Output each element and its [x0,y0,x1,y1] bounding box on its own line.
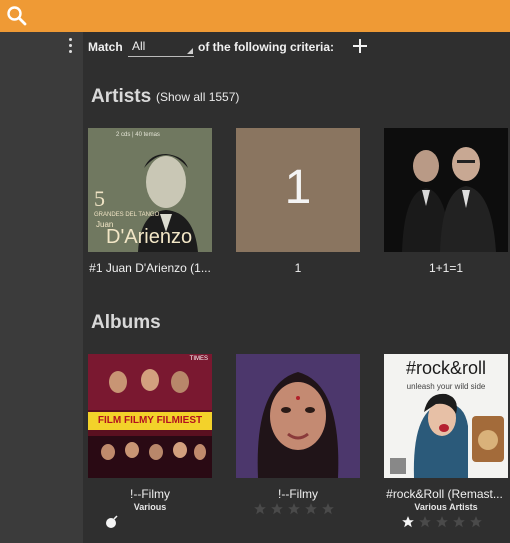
more-options-icon[interactable] [66,38,74,56]
star-icon[interactable] [452,515,466,529]
star-icon[interactable] [401,515,415,529]
art-text-mid: GRANDES DEL TANGO [94,212,160,218]
art-name-large: D'Arienzo [106,226,193,248]
criteria-label: of the following criteria: [198,40,335,54]
album-title[interactable]: #rock&Roll (Remast... [379,487,510,501]
album-cover[interactable]: FILM FILMY FILMIEST TIMES [88,354,212,478]
album-title[interactable]: !--Filmy [88,487,212,501]
add-criteria-button[interactable] [352,38,368,54]
album-title[interactable]: !--Filmy [236,487,360,501]
album-rating[interactable] [253,502,335,516]
sidebar [0,32,83,543]
album-cover[interactable]: #rock&roll unleash your wild side [384,354,508,478]
top-app-bar [0,0,510,32]
star-icon[interactable] [435,515,449,529]
star-icon[interactable] [287,502,301,516]
album-art-tagline: unleash your wild side [406,382,486,391]
artist-name[interactable]: #1 Juan D'Arienzo (1... [84,261,216,275]
placeholder-number: 1 [284,161,312,214]
show-all-artists-link[interactable]: (Show all 1557) [156,90,239,104]
match-label: Match [88,40,123,54]
artist-thumbnail[interactable]: 2 cds | 40 temas 5 GRANDES DEL TANGO Jua… [88,128,212,252]
album-cover[interactable] [236,354,360,478]
artist-name[interactable]: 1 [236,261,360,275]
star-icon[interactable] [469,515,483,529]
artist-thumbnail[interactable]: 1 [236,128,360,252]
art-text-top: 2 cds | 40 temas [116,132,160,138]
artist-name[interactable]: 1+1=1 [384,261,508,275]
artists-heading: Artists [91,86,152,107]
art-number: 5 [94,186,105,211]
artist-thumbnail[interactable] [384,128,508,252]
dropdown-triangle-icon [187,48,193,54]
albums-heading: Albums [91,312,161,333]
album-corner-text: TIMES [189,356,208,362]
star-icon[interactable] [270,502,284,516]
star-icon[interactable] [253,502,267,516]
album-art-title: #rock&roll [405,358,487,378]
star-icon[interactable] [304,502,318,516]
album-artist[interactable]: Various [88,502,212,512]
album-banner-text: FILM FILMY FILMIEST [88,412,212,430]
album-rating[interactable] [401,515,483,529]
bomb-icon [105,515,119,529]
album-artist[interactable]: Various Artists [384,502,508,512]
search-icon[interactable] [5,4,29,28]
match-select[interactable]: All [128,37,194,57]
match-select-value: All [132,39,146,53]
star-icon[interactable] [418,515,432,529]
star-icon[interactable] [321,502,335,516]
